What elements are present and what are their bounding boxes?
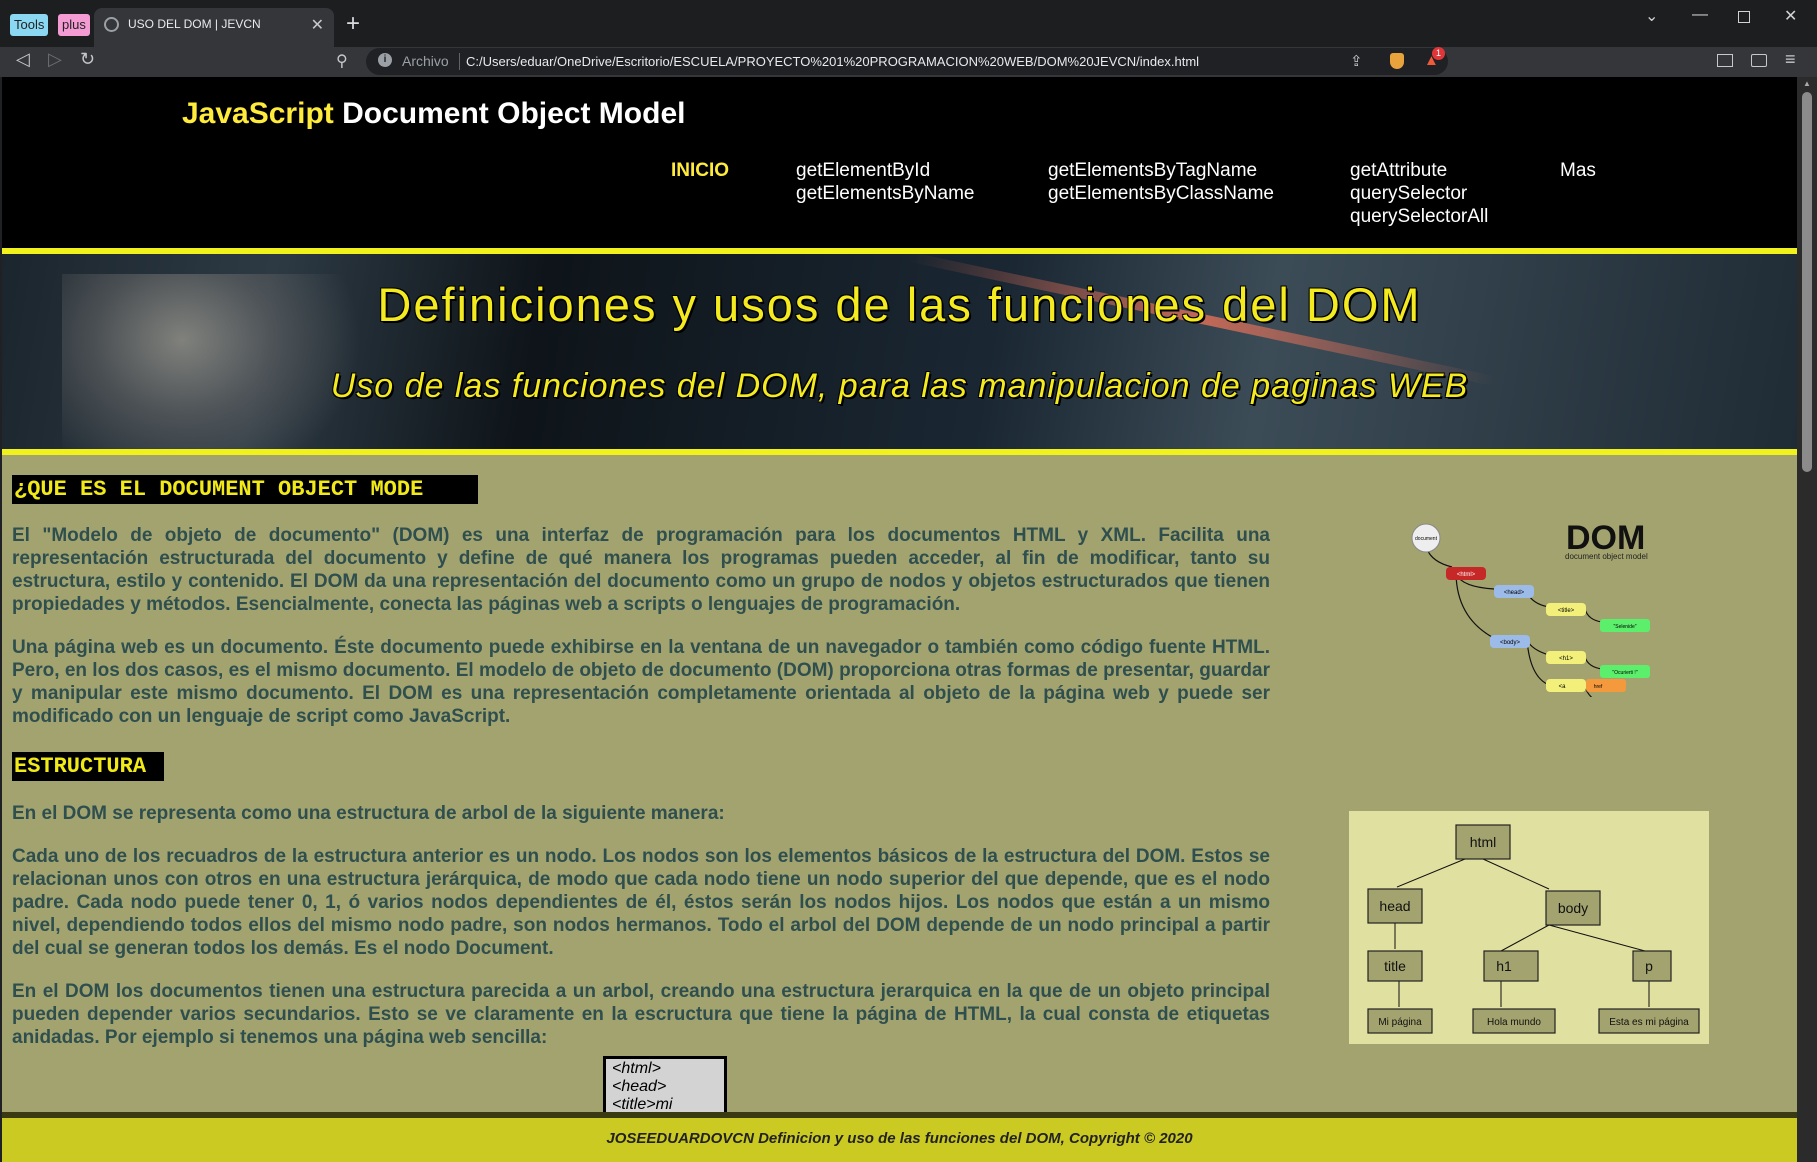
info-icon[interactable]: i — [378, 53, 392, 67]
tree-node-head: head — [1379, 898, 1410, 914]
paragraph-intro-2: Una página web es un documento. Éste doc… — [12, 637, 1270, 727]
section-heading-estructura: ESTRUCTURA — [12, 752, 164, 781]
brand-rest: Document Object Model — [333, 97, 686, 130]
dom-node-body-label: <body> — [1500, 640, 1521, 646]
forward-icon[interactable]: ▷ — [48, 49, 62, 70]
nav-col-2: getElementById getElementsByName — [796, 159, 974, 205]
nav-link-getattribute[interactable]: getAttribute — [1350, 159, 1488, 182]
paragraph-estructura-1: En el DOM se representa como una estruct… — [12, 803, 725, 824]
page-scrollbar[interactable]: ▲ — [1797, 77, 1817, 1162]
tree-node-h1: h1 — [1496, 958, 1512, 974]
dom-node-document-label: document — [1415, 536, 1438, 542]
code-line: <head> — [612, 1078, 667, 1095]
tab-bar: Tools plus USO DEL DOM | JEVCN ✕ + ⌄ — ✕ — [0, 0, 1817, 47]
divider — [459, 53, 460, 70]
tree-labels: html head body title h1 p Mi página Hola… — [1378, 834, 1689, 1028]
brand-javascript: JavaScript — [182, 97, 334, 130]
code-example: <html> <head> <title>mi — [603, 1056, 727, 1114]
address-bar[interactable]: i Archivo C:/Users/eduar/OneDrive/Escrit… — [366, 47, 1448, 75]
dom-node-text-2-label: "Ocurierti !" — [1612, 670, 1637, 676]
notification-badge: 1 — [1432, 47, 1445, 60]
dom-illustration: DOM document object model document <html… — [1411, 519, 1650, 697]
footer-copyright: JOSEEDUARDOVCN Definicion y uso de las f… — [606, 1130, 1193, 1147]
section-heading-dom: ¿QUE ES EL DOCUMENT OBJECT MODE — [12, 475, 478, 504]
paragraph-estructura-2: Cada uno de los recuadros de la estructu… — [12, 846, 1270, 959]
browser-toolbar: ◁ ▷ ↻ ⚲ i Archivo C:/Users/eduar/OneDriv… — [0, 47, 1817, 77]
tree-leaf-h1: Hola mundo — [1487, 1017, 1541, 1028]
share-icon[interactable]: ⇪ — [1350, 52, 1363, 70]
sidebar-icon[interactable] — [1717, 54, 1733, 67]
hero-banner: Definiciones y usos de las funciones del… — [2, 248, 1797, 455]
tree-node-body: body — [1558, 900, 1588, 916]
nav-col-3: getElementsByTagName getElementsByClassN… — [1048, 159, 1274, 205]
globe-icon — [104, 17, 119, 32]
tab-group-plus[interactable]: plus — [58, 14, 90, 36]
tree-node-p: p — [1645, 958, 1653, 974]
nav-link-getelementsbyname[interactable]: getElementsByName — [796, 182, 974, 205]
dom-node-title-label: <title> — [1558, 608, 1575, 614]
page-viewport: JavaScript Document Object Model INICIO … — [2, 77, 1797, 1162]
nav-link-mas[interactable]: Mas — [1560, 159, 1596, 182]
tab-title: USO DEL DOM | JEVCN — [128, 17, 261, 31]
dom-node-h1-label: <h1> — [1559, 656, 1573, 662]
nav-link-getelementbyid[interactable]: getElementById — [796, 159, 974, 182]
dom-node-a-label: <a — [1559, 684, 1567, 690]
tab-group-tools[interactable]: Tools — [10, 14, 49, 36]
menu-icon[interactable]: ≡ — [1785, 49, 1796, 70]
paragraph-intro-1: El "Modelo de objeto de documento" (DOM)… — [12, 525, 1270, 615]
hero-title: Definiciones y usos de las funciones del… — [377, 278, 1422, 331]
tree-node-title: title — [1384, 958, 1406, 974]
dom-node-href-label: href — [1594, 684, 1603, 690]
scroll-up-icon[interactable]: ▲ — [1803, 79, 1811, 88]
address-prefix: Archivo — [402, 53, 449, 69]
chevron-down-icon[interactable]: ⌄ — [1645, 6, 1658, 26]
nav-link-queryselector[interactable]: querySelector — [1350, 182, 1488, 205]
nav-link-inicio[interactable]: INICIO — [671, 159, 729, 182]
back-icon[interactable]: ◁ — [16, 49, 30, 70]
tab-active[interactable]: USO DEL DOM | JEVCN ✕ — [94, 8, 334, 47]
site-footer: JOSEEDUARDOVCN Definicion y uso de las f… — [2, 1112, 1797, 1162]
site-brand: JavaScript Document Object Model — [182, 97, 685, 131]
new-tab-button[interactable]: + — [346, 10, 360, 38]
maximize-button[interactable] — [1738, 11, 1750, 23]
code-line: <html> — [612, 1060, 661, 1077]
tree-node-html: html — [1470, 834, 1496, 850]
tree-leaf-title: Mi página — [1378, 1017, 1422, 1028]
dom-node-head-label: <head> — [1504, 590, 1525, 596]
brave-shield-icon[interactable] — [1390, 53, 1404, 69]
scrollbar-thumb[interactable] — [1802, 92, 1812, 472]
wallet-icon[interactable] — [1751, 54, 1767, 67]
site-header: JavaScript Document Object Model INICIO … — [2, 77, 1797, 248]
nav-link-queryselectorall[interactable]: querySelectorAll — [1350, 205, 1488, 228]
dom-node-a — [1546, 679, 1586, 692]
url-text[interactable]: C:/Users/eduar/OneDrive/Escritorio/ESCUE… — [466, 54, 1199, 69]
bookmark-icon[interactable]: ⚲ — [336, 51, 348, 71]
tree-leaf-p: Esta es mi página — [1609, 1017, 1689, 1028]
paragraph-estructura-3: En el DOM los documentos tienen una estr… — [12, 981, 1270, 1048]
dom-tree-diagram: html head body title h1 p Mi página Hola… — [1349, 811, 1709, 1044]
nav-col-4: getAttribute querySelector querySelector… — [1350, 159, 1488, 228]
dom-node-html-label: <html> — [1457, 572, 1476, 578]
dom-node-text-1-label: "Selenide" — [1613, 624, 1636, 630]
dom-node-href — [1586, 679, 1626, 692]
minimize-button[interactable]: — — [1692, 6, 1708, 24]
tree-edges — [1394, 858, 1650, 1007]
nav-col-5: Mas — [1560, 159, 1596, 182]
nav-col-inicio: INICIO — [671, 159, 729, 182]
nav-link-getelementsbytagname[interactable]: getElementsByTagName — [1048, 159, 1274, 182]
dom-illustration-subtitle: document object model — [1565, 552, 1648, 561]
hero-subtitle: Uso de las funciones del DOM, para las m… — [330, 367, 1469, 405]
reload-icon[interactable]: ↻ — [80, 49, 95, 70]
close-window-button[interactable]: ✕ — [1784, 6, 1797, 26]
close-icon[interactable]: ✕ — [311, 15, 324, 35]
nav-link-getelementsbyclassname[interactable]: getElementsByClassName — [1048, 182, 1274, 205]
